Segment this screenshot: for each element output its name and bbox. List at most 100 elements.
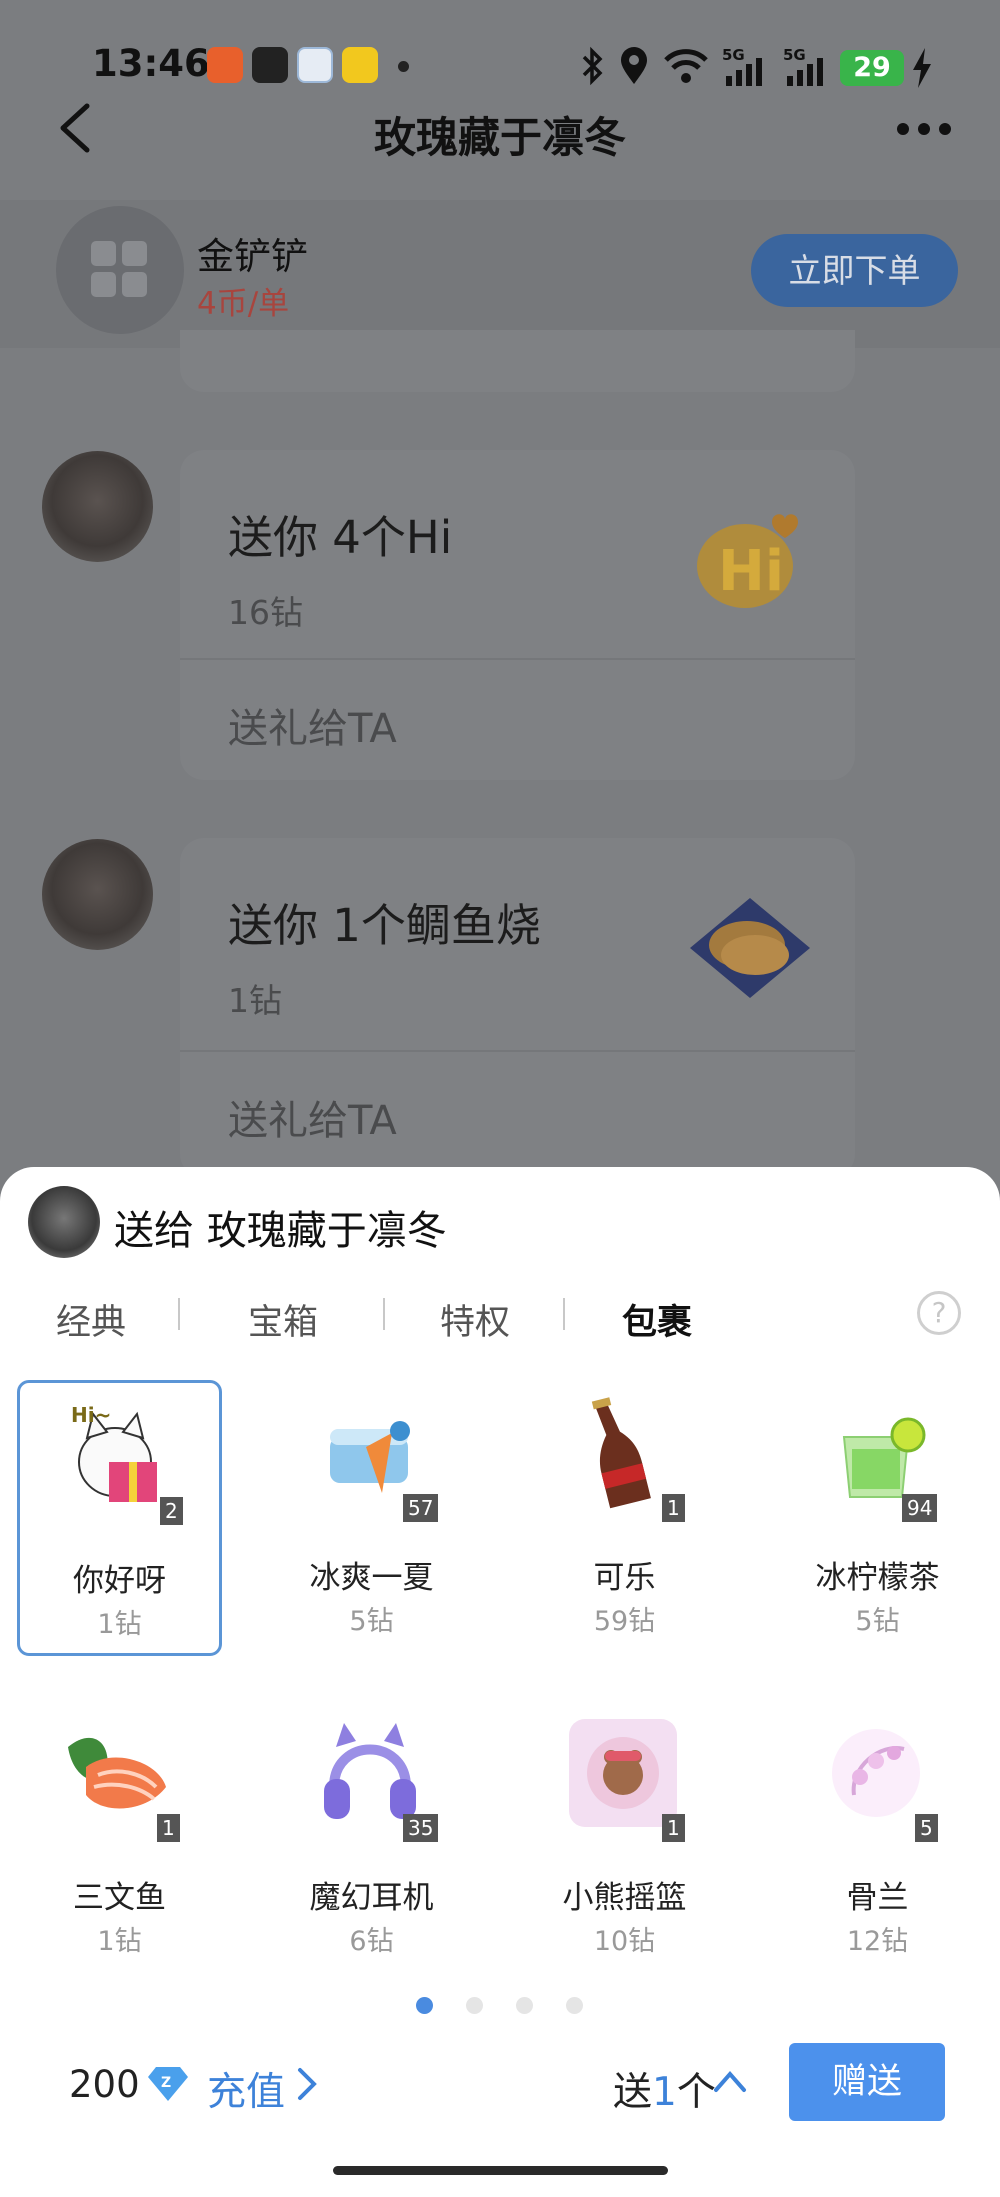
- send-gift-link[interactable]: 送礼给TA: [228, 696, 397, 754]
- more-options-button[interactable]: [895, 118, 955, 138]
- app-notification-icon: [342, 47, 378, 83]
- gift-price: 59钻: [593, 1606, 656, 1637]
- gift-name: 冰爽一夏: [309, 1560, 434, 1596]
- gift-item[interactable]: 35 魔幻耳机 6钻: [269, 1700, 474, 1976]
- gift-name: 可乐: [593, 1560, 656, 1596]
- gift-message-card: 送你 1个鲷鱼烧 1钻 送礼给TA: [180, 838, 855, 1178]
- gift-count-badge: 2: [160, 1497, 183, 1525]
- tab-separator: [563, 1298, 565, 1330]
- diamond-icon: Z: [148, 2067, 188, 2101]
- grid-icon: [122, 241, 147, 266]
- gift-item[interactable]: Hi~ 2 你好呀 1钻: [17, 1380, 222, 1656]
- diamond-balance: 200: [69, 2063, 140, 2106]
- taiyaki-icon: [690, 898, 810, 998]
- service-price: 4币/单: [197, 286, 290, 322]
- app-notification-icon: [297, 47, 333, 83]
- gift-item[interactable]: 57 冰爽一夏 5钻: [269, 1380, 474, 1656]
- grid-icon: [91, 272, 116, 297]
- gift-item[interactable]: 94 冰柠檬茶 5钻: [775, 1380, 980, 1656]
- service-name: 金铲铲: [197, 235, 308, 278]
- gift-price: 6钻: [349, 1926, 394, 1957]
- salmon-icon: [68, 1737, 166, 1809]
- gift-count-badge: 5: [915, 1814, 938, 1842]
- chat-card-partial: [180, 330, 855, 392]
- gift-price: 5钻: [349, 1606, 394, 1637]
- help-icon[interactable]: ?: [917, 1291, 961, 1335]
- gift-name: 骨兰: [846, 1880, 909, 1916]
- gift-item[interactable]: 1 小熊摇篮 10钻: [522, 1700, 727, 1976]
- tab-package[interactable]: 包裹: [622, 1294, 692, 1345]
- gift-count-badge: 57: [403, 1494, 439, 1522]
- tab-classic[interactable]: 经典: [56, 1294, 126, 1345]
- send-quantity[interactable]: 送1个: [613, 2061, 716, 2117]
- battery-level: 29: [840, 50, 904, 86]
- page-indicator-dot[interactable]: [416, 1997, 433, 2014]
- recipient-avatar: [28, 1186, 100, 1258]
- more-dots-icon: [897, 123, 909, 135]
- app-notification-icon: [207, 47, 243, 83]
- gift-price: 12钻: [846, 1926, 909, 1957]
- grid-icon: [122, 272, 147, 297]
- sender-avatar[interactable]: [42, 839, 153, 950]
- gift-name: 魔幻耳机: [309, 1880, 434, 1916]
- signal-strength-icon: [726, 58, 762, 86]
- gift-count-badge: 1: [662, 1494, 685, 1522]
- gift-price: 1钻: [97, 1926, 142, 1957]
- gift-item[interactable]: 1 可乐 59钻: [522, 1380, 727, 1656]
- page-indicator-dot[interactable]: [516, 1997, 533, 2014]
- gift-item[interactable]: 1 三文鱼 1钻: [17, 1700, 222, 1976]
- cola-icon: [591, 1397, 651, 1509]
- svg-text:Hi~: Hi~: [71, 1403, 111, 1427]
- gift-count-badge: 94: [902, 1494, 938, 1522]
- tab-separator: [178, 1298, 180, 1330]
- page-indicator-dot[interactable]: [566, 1997, 583, 2014]
- orchid-icon: [832, 1729, 920, 1817]
- charging-icon: [913, 48, 931, 88]
- card-divider: [180, 658, 855, 660]
- gift-message-price: 1钻: [228, 981, 282, 1020]
- gift-sheet-title: 送给 玫瑰藏于凛冬: [114, 1208, 447, 1254]
- gift-message-price: 16钻: [228, 593, 303, 632]
- gift-item[interactable]: 5 骨兰 12钻: [775, 1700, 980, 1976]
- more-dots-icon: [918, 123, 930, 135]
- gift-message-title: 送你 1个鲷鱼烧: [228, 899, 541, 952]
- gift-price: 10钻: [593, 1926, 656, 1957]
- gift-message-card: 送你 4个Hi 16钻 Hi 送礼给TA: [180, 450, 855, 780]
- gift-count-badge: 1: [157, 1814, 180, 1842]
- bear-cradle-icon: [569, 1719, 677, 1827]
- send-gift-link[interactable]: 送礼给TA: [228, 1088, 397, 1146]
- chevron-right-icon[interactable]: [292, 2064, 322, 2104]
- gift-name: 三文鱼: [73, 1880, 166, 1916]
- more-notifications-dot-icon: [398, 61, 409, 72]
- tab-separator: [383, 1298, 385, 1330]
- send-gift-button[interactable]: 赠送: [789, 2043, 945, 2121]
- tab-treasure-box[interactable]: 宝箱: [248, 1294, 318, 1345]
- grid-icon: [91, 241, 116, 266]
- gift-name: 冰柠檬茶: [815, 1560, 940, 1596]
- gift-name: 你好呀: [73, 1563, 166, 1599]
- gift-name: 小熊摇篮: [562, 1880, 687, 1916]
- sender-avatar[interactable]: [42, 451, 153, 562]
- gift-count-badge: 1: [662, 1814, 685, 1842]
- headphones-icon: [324, 1723, 416, 1819]
- signal-strength-icon: [787, 58, 823, 86]
- hello-cat-icon: Hi~: [71, 1403, 157, 1502]
- page-title: 玫瑰藏于凛冬: [373, 113, 626, 162]
- bluetooth-icon: [582, 46, 603, 86]
- chevron-up-icon[interactable]: [712, 2066, 748, 2096]
- send-prefix: 送: [613, 2070, 653, 2115]
- tab-privilege[interactable]: 特权: [440, 1294, 510, 1345]
- ice-cream-icon: [330, 1421, 410, 1493]
- card-divider: [180, 1050, 855, 1052]
- lemon-tea-icon: [842, 1417, 926, 1498]
- gift-message-title: 送你 4个Hi: [228, 511, 453, 564]
- page-indicator-dot[interactable]: [466, 1997, 483, 2014]
- service-avatar[interactable]: [56, 206, 184, 334]
- home-indicator[interactable]: [333, 2166, 668, 2175]
- order-now-button[interactable]: 立即下单: [751, 234, 958, 307]
- status-time: 13:46: [92, 42, 210, 85]
- more-dots-icon: [939, 123, 951, 135]
- recharge-link[interactable]: 充值: [207, 2061, 285, 2117]
- app-notification-icon: [252, 47, 288, 83]
- svg-text:Z: Z: [161, 2075, 171, 2091]
